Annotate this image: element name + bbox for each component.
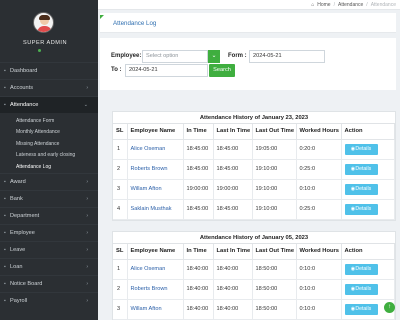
attendance-table-panel-1: Attendance History of January 23, 2023 S… (112, 111, 396, 221)
chevron-right-icon: › (86, 263, 88, 270)
details-button[interactable]: ◉Details (344, 183, 378, 195)
sidebar-item-leave[interactable]: ▪ Leave › (0, 240, 98, 258)
employee-label: Employee: (111, 53, 142, 59)
sidebar-item-department[interactable]: ▪ Department › (0, 206, 98, 224)
sidebar-item-accounts[interactable]: ▪ Accounts › (0, 79, 98, 96)
breadcrumb-section[interactable]: Attendance (338, 2, 363, 8)
corner-flag-icon (100, 15, 104, 19)
details-button[interactable]: ◉Details (344, 203, 378, 215)
employee-link[interactable]: Roberts Brown (127, 159, 184, 180)
online-status-dot (38, 49, 41, 52)
details-button[interactable]: ◉Details (344, 263, 378, 275)
page-header: Attendance Log (100, 13, 396, 33)
employee-link[interactable]: Willam Afton (127, 299, 184, 320)
chevron-down-icon: ⌄ (83, 102, 88, 108)
employee-link[interactable]: Alice Oseman (127, 139, 184, 160)
chevron-right-icon: › (86, 195, 88, 202)
table-header-row: SL Employee Name In Time Last In Time La… (113, 244, 395, 260)
column-header: Employee Name (127, 124, 184, 140)
attendance-table-panel-2: Attendance History of January 05, 2023 S… (112, 231, 396, 320)
chevron-down-icon[interactable]: ⌄ (208, 50, 220, 63)
sidebar: SUPER ADMIN ▪ Dashboard ▪ Accounts › ▪ A… (0, 0, 98, 320)
column-header: Worked Hours (296, 244, 342, 260)
form-date-input[interactable]: 2024-05-21 (249, 50, 325, 63)
column-header: Last Out Time (252, 124, 297, 140)
submenu-attendance-log[interactable]: Attendance Log (0, 161, 98, 173)
avatar[interactable] (33, 12, 54, 33)
submenu-lateness[interactable]: Lateness and early closing (0, 150, 98, 162)
table-row: 1 Alice Oseman 18:40:00 18:40:00 18:50:0… (113, 259, 395, 280)
employee-link[interactable]: Alice Oseman (127, 259, 184, 280)
attendance-table: SL Employee Name In Time Last In Time La… (113, 244, 395, 320)
details-button[interactable]: ◉Details (344, 163, 378, 175)
arrow-up-icon: ↑ (388, 304, 391, 310)
column-header: Action (341, 124, 395, 140)
breadcrumb-home[interactable]: Home (317, 2, 330, 8)
column-header: Worked Hours (296, 124, 342, 140)
scroll-top-button[interactable]: ↑ (384, 302, 395, 313)
breadcrumb: ⌂ Home / Attendance / Attendance (311, 2, 396, 8)
employee-select[interactable]: Select option (142, 50, 208, 63)
chevron-right-icon: › (86, 229, 88, 236)
to-date-input[interactable]: 2024-05-21 (125, 64, 208, 77)
search-button[interactable]: Search (209, 64, 235, 77)
table-row: 1 Alice Oseman 18:45:00 18:45:00 19:05:0… (113, 139, 395, 160)
attendance-table: SL Employee Name In Time Last In Time La… (113, 124, 395, 220)
table-row: 3 Willam Afton 19:00:00 19:00:00 19:10:0… (113, 179, 395, 200)
column-header: Action (341, 244, 395, 260)
details-button[interactable]: ◉Details (344, 143, 378, 155)
page-title: Attendance Log (113, 20, 157, 27)
column-header: SL (113, 244, 128, 260)
column-header: Last In Time (213, 244, 253, 260)
chevron-right-icon: › (86, 297, 88, 304)
column-header: Last Out Time (252, 244, 297, 260)
column-header: In Time (183, 124, 214, 140)
chevron-right-icon: › (86, 85, 88, 91)
details-button[interactable]: ◉Details (344, 283, 378, 295)
table-row: 2 Roberts Brown 18:40:00 18:40:00 18:50:… (113, 279, 395, 300)
table-row: 3 Willam Afton 18:40:00 18:40:00 18:50:0… (113, 299, 395, 320)
chevron-right-icon: › (86, 246, 88, 253)
sidebar-item-notice-board[interactable]: ▪ Notice Board › (0, 274, 98, 292)
column-header: SL (113, 124, 128, 140)
topbar: ⌂ Home / Attendance / Attendance (98, 0, 400, 10)
sidebar-item-award[interactable]: ▪ Award › (0, 172, 98, 190)
table-row: 2 Roberts Brown 18:45:00 18:45:00 19:10:… (113, 159, 395, 180)
chevron-right-icon: › (86, 178, 88, 185)
admin-name: SUPER ADMIN (22, 40, 68, 46)
chevron-right-icon: › (86, 212, 88, 219)
table-title: Attendance History of January 05, 2023 (113, 232, 395, 244)
submenu-monthly-attendance[interactable]: Monthly Attendance (0, 127, 98, 139)
profile-block: SUPER ADMIN (0, 0, 98, 62)
column-header: Last In Time (213, 124, 253, 140)
submenu-attendance-form[interactable]: Attendance Form (0, 115, 98, 127)
attendance-submenu: Attendance Form Monthly Attendance Missi… (0, 113, 98, 173)
sidebar-item-attendance[interactable]: ▪ Attendance ⌄ (0, 96, 98, 113)
employee-link[interactable]: Roberts Brown (127, 279, 184, 300)
submenu-missing-attendance[interactable]: Missing Attendance (0, 138, 98, 150)
filter-panel: Employee: Select option ⌄ Form : 2024-05… (100, 38, 396, 90)
home-icon: ⌂ (311, 2, 315, 8)
table-title: Attendance History of January 23, 2023 (113, 112, 395, 124)
form-date-label: Form : (228, 53, 247, 59)
sidebar-item-employee[interactable]: ▪ Employee › (0, 223, 98, 241)
sidebar-item-bank[interactable]: ▪ Bank › (0, 189, 98, 207)
table-row: 4 Saklain Musthak 18:45:00 18:45:00 19:1… (113, 199, 395, 220)
employee-link[interactable]: Willam Afton (127, 179, 184, 200)
details-button[interactable]: ◉Details (344, 303, 378, 315)
sidebar-item-loan[interactable]: ▪ Loan › (0, 257, 98, 275)
to-date-label: To : (111, 67, 122, 73)
employee-link[interactable]: Saklain Musthak (127, 199, 184, 220)
table-header-row: SL Employee Name In Time Last In Time La… (113, 124, 395, 140)
breadcrumb-current: Attendance (370, 2, 396, 8)
column-header: In Time (183, 244, 214, 260)
sidebar-item-dashboard[interactable]: ▪ Dashboard (0, 62, 98, 79)
chevron-right-icon: › (86, 280, 88, 287)
column-header: Employee Name (127, 244, 184, 260)
sidebar-item-payroll[interactable]: ▪ Payroll › (0, 291, 98, 309)
